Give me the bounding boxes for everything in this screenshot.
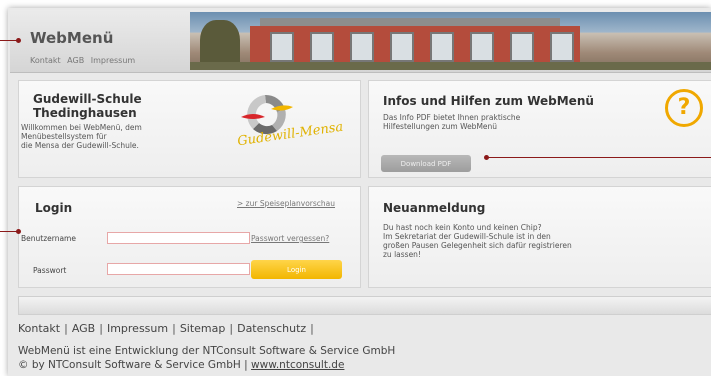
registration-title: Neuanmeldung (383, 201, 486, 215)
speiseplan-preview-link[interactable]: > zur Speiseplanvorschau (237, 199, 335, 208)
footer-copyright-text: © by NTConsult Software & Service GmbH | (18, 359, 252, 371)
school-text-line2: Menübestellsystem für (21, 132, 107, 141)
footer-links: Kontakt | AGB | Impressum | Sitemap | Datenschut… (18, 322, 314, 335)
school-title-line2: Thedinghausen (33, 106, 137, 120)
footer-website-link[interactable]: www.ntconsult.de (251, 359, 344, 371)
annotation-pointer-download (486, 157, 711, 158)
registration-text-line3: großen Pausen Gelegenheit sich dafür reg… (383, 241, 572, 250)
footer-copyright: © by NTConsult Software & Service GmbH |… (18, 359, 344, 371)
footer-credit: WebMenü ist eine Entwicklung der NTConsu… (18, 345, 396, 357)
annotation-dot-download (484, 155, 489, 160)
top-link-agb[interactable]: AGB (67, 56, 84, 65)
school-text-line1: Willkommen bei WebMenü, dem (21, 123, 142, 132)
footer-link-sitemap[interactable]: Sitemap (180, 322, 226, 335)
footer-link-datenschutz[interactable]: Datenschutz (237, 322, 306, 335)
registration-text-line4: zu lassen! (383, 250, 421, 259)
school-panel: Gudewill-Schule Thedinghausen Willkommen… (18, 80, 361, 178)
username-label: Benutzername (21, 234, 76, 243)
top-links: Kontakt AGB Impressum (30, 56, 139, 65)
help-question-icon: ? (665, 89, 703, 127)
footer-link-impressum[interactable]: Impressum (107, 322, 168, 335)
registration-text-line2: Im Sekretariat der Gudewill-Schule ist i… (383, 232, 551, 241)
header-school-photo (190, 12, 711, 70)
registration-panel: Neuanmeldung Du hast noch kein Konto und… (368, 186, 711, 288)
login-button[interactable]: Login (251, 260, 342, 279)
footer-link-agb[interactable]: AGB (72, 322, 95, 335)
top-link-kontakt[interactable]: Kontakt (30, 56, 61, 65)
school-text-line3: die Mensa der Gudewill-Schule. (21, 141, 139, 150)
content-footer-bar (18, 296, 711, 315)
password-input[interactable] (107, 263, 250, 275)
footer-link-kontakt[interactable]: Kontakt (18, 322, 60, 335)
login-panel: Login > zur Speiseplanvorschau Benutzern… (18, 186, 361, 288)
info-panel: Infos und Hilfen zum WebMenü Das Info PD… (368, 80, 711, 178)
forgot-password-link[interactable]: Passwort vergessen? (251, 234, 329, 243)
brand-title: WebMenü (30, 29, 114, 47)
annotation-dot-header (16, 38, 21, 43)
registration-text-line1: Du hast noch kein Konto und keinen Chip? (383, 223, 542, 232)
info-text-line1: Das Info PDF bietet Ihnen praktische (383, 113, 521, 122)
download-pdf-button[interactable]: Download PDF (381, 155, 471, 172)
info-text-line2: Hilfestellungen zum WebMenü (383, 122, 498, 131)
school-title-line1: Gudewill-Schule (33, 92, 142, 106)
login-title: Login (35, 201, 73, 215)
username-input[interactable] (107, 232, 250, 244)
info-title: Infos und Hilfen zum WebMenü (383, 94, 594, 108)
top-link-impressum[interactable]: Impressum (91, 56, 135, 65)
annotation-dot-login (16, 229, 21, 234)
password-label: Passwort (33, 266, 67, 275)
